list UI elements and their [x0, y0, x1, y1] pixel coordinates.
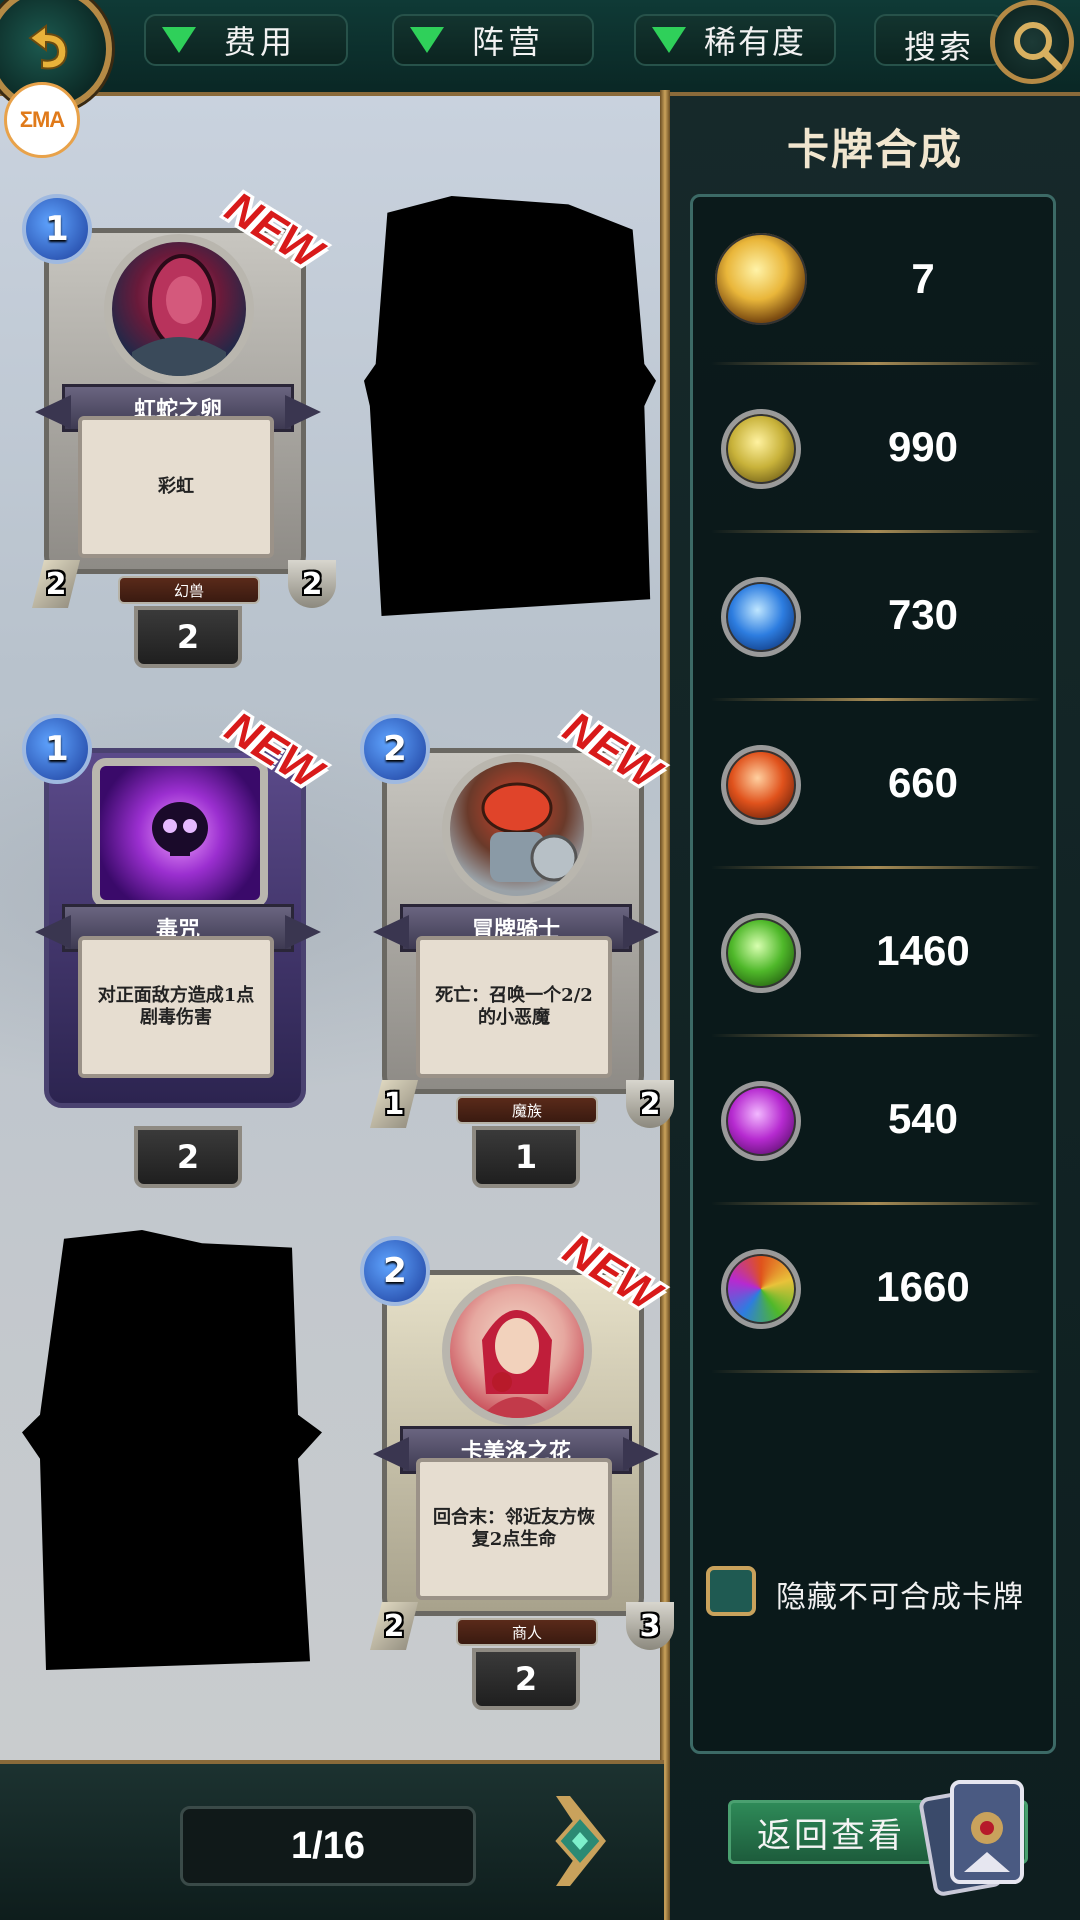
- next-page-arrow-icon: [555, 1796, 606, 1886]
- health-value: 2: [288, 560, 336, 608]
- resource-value: 7: [911, 255, 935, 302]
- card-art: [442, 754, 592, 904]
- mana-crystal: 2: [360, 714, 430, 784]
- page-indicator: 1/16: [180, 1806, 476, 1886]
- health-value: 3: [626, 1602, 674, 1650]
- water-essence-icon: [721, 577, 801, 657]
- light-essence-icon: [721, 409, 801, 489]
- tribe-label: 商人: [456, 1618, 598, 1646]
- card-text: 彩虹: [78, 416, 274, 558]
- skull-art-icon: [152, 802, 208, 856]
- card-art: [104, 234, 254, 384]
- filter-cost-label: 费用: [224, 23, 297, 61]
- maiden-art-icon: [480, 1310, 554, 1418]
- back-arrow-icon: [28, 24, 68, 70]
- return-view-label: 返回查看: [757, 1815, 905, 1856]
- card-count: 1: [472, 1126, 580, 1188]
- card-item[interactable]: 冒牌骑士 死亡：召唤一个2/2的小恶魔 2 NEW 1 2 魔族 1: [356, 703, 676, 1188]
- resource-row: 1660: [693, 1205, 1053, 1373]
- card-item[interactable]: 卡美洛之花 回合末：邻近友方恢复2点生命 2 NEW 2 3 商人 2: [356, 1225, 676, 1710]
- resource-list: 7 990 730 660 1460 540 1660: [690, 194, 1056, 1754]
- rainbow-essence-icon: [721, 1249, 801, 1329]
- card-item[interactable]: 虹蛇之卵 彩虹 1 NEW 2 2 幻兽 2: [18, 183, 338, 668]
- card-item[interactable]: 毒咒 对正面敌方造成1点剧毒伤害 1 NEW 2: [18, 703, 338, 1188]
- nature-essence-icon: [721, 913, 801, 993]
- hide-uncraftable-checkbox[interactable]: [706, 1566, 756, 1616]
- card-count: 2: [134, 1126, 242, 1188]
- filter-rarity-label: 稀有度: [704, 23, 807, 61]
- card-count: 2: [472, 1648, 580, 1710]
- card-count: 2: [134, 606, 242, 668]
- resource-row: 7: [693, 197, 1053, 365]
- search-button[interactable]: 搜索: [874, 14, 1004, 66]
- tribe-label: 魔族: [456, 1096, 598, 1124]
- egg-art-icon: [132, 254, 226, 376]
- mana-crystal: 1: [22, 714, 92, 784]
- fire-essence-icon: [721, 745, 801, 825]
- dropdown-triangle-icon: [652, 27, 686, 53]
- top-bar: 费用 阵营 稀有度 搜索: [0, 0, 1080, 112]
- resource-value: 540: [887, 1095, 959, 1142]
- filter-faction-button[interactable]: 阵营: [392, 14, 594, 66]
- panel-title: 卡牌合成: [786, 125, 963, 174]
- dropdown-triangle-icon: [162, 27, 196, 53]
- card-art: [92, 758, 268, 908]
- resource-row: 990: [693, 365, 1053, 533]
- resource-value: 730: [887, 591, 959, 638]
- card-text: 死亡：召唤一个2/2的小恶魔: [416, 936, 612, 1078]
- resource-row: 730: [693, 533, 1053, 701]
- resource-value: 1460: [876, 927, 970, 974]
- card-text: 回合末：邻近友方恢复2点生命: [416, 1458, 612, 1600]
- search-label: 搜索: [904, 28, 975, 66]
- resource-row: 1460: [693, 869, 1053, 1037]
- card-text: 对正面敌方造成1点剧毒伤害: [78, 936, 274, 1078]
- locked-card-silhouette[interactable]: [22, 1230, 322, 1670]
- search-icon[interactable]: [990, 0, 1074, 84]
- filter-cost-button[interactable]: 费用: [144, 14, 348, 66]
- card-art: [442, 1276, 592, 1426]
- filter-faction-label: 阵营: [472, 23, 545, 61]
- attack-value: 2: [32, 560, 80, 608]
- gold-essence-icon: [715, 233, 807, 325]
- locked-card-silhouette[interactable]: [364, 196, 656, 616]
- filter-rarity-button[interactable]: 稀有度: [634, 14, 836, 66]
- attack-value: 1: [370, 1080, 418, 1128]
- hide-uncraftable-label: 隐藏不可合成卡牌: [776, 1580, 1024, 1615]
- mana-crystal: 2: [360, 1236, 430, 1306]
- health-value: 2: [626, 1080, 674, 1128]
- resource-value: 990: [887, 423, 959, 470]
- resource-row: 660: [693, 701, 1053, 869]
- crafting-panel: 卡牌合成 7 990 730 660 1460 540 1660 隐藏不可合成卡…: [670, 96, 1080, 1920]
- resource-value: 1660: [876, 1263, 970, 1310]
- ema-logo: ΣMA: [4, 82, 80, 158]
- attack-value: 2: [370, 1602, 418, 1650]
- dropdown-triangle-icon: [410, 27, 444, 53]
- divider: [711, 1370, 1041, 1373]
- next-page-button[interactable]: [522, 1786, 618, 1900]
- tribe-label: 幻兽: [118, 576, 260, 604]
- mana-crystal: 1: [22, 194, 92, 264]
- resource-value: 660: [887, 759, 959, 806]
- arcane-essence-icon: [721, 1081, 801, 1161]
- resource-row: 540: [693, 1037, 1053, 1205]
- knight-art-icon: [481, 782, 578, 882]
- card-deck-icon: [914, 1772, 1034, 1902]
